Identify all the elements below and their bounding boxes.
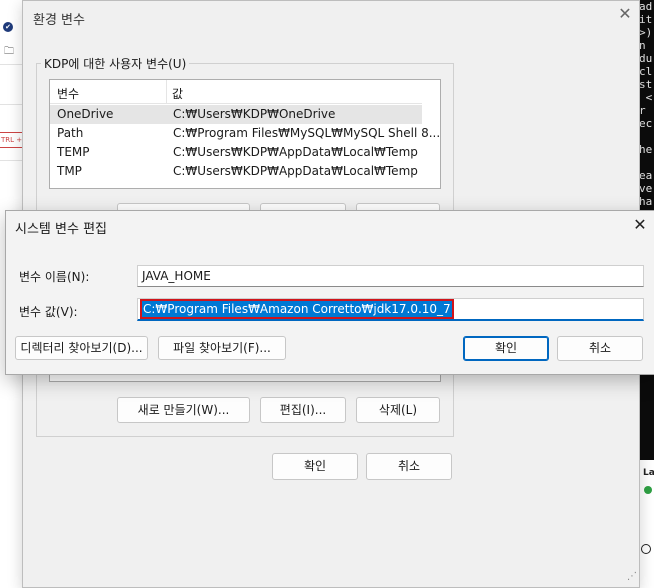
resize-grip-icon[interactable]: ⋰ <box>627 571 637 582</box>
browse-file-button[interactable]: 파일 찾아보기(F)... <box>158 336 286 360</box>
variable-value: C:₩Users₩KDP₩AppData₩Local₩Temp <box>173 145 418 159</box>
browse-directory-button[interactable]: 디렉터리 찾아보기(D)... <box>15 336 148 360</box>
terminal-line: n <box>639 39 646 52</box>
variable-value: C:₩Program Files₩MySQL₩MySQL Shell 8.... <box>173 126 441 140</box>
column-header-name[interactable]: 변수 <box>57 85 79 102</box>
terminal-line: ec <box>639 117 653 130</box>
variable-name: TMP <box>57 164 82 178</box>
system-delete-button[interactable]: 삭제(L) <box>356 397 440 423</box>
list-item[interactable]: TMP C:₩Users₩KDP₩AppData₩Local₩Temp <box>50 162 422 181</box>
variable-name: TEMP <box>57 145 90 159</box>
list-item[interactable]: OneDrive C:₩Users₩KDP₩OneDrive <box>50 105 422 124</box>
ok-button[interactable]: 확인 <box>272 453 358 480</box>
terminal-line: < <box>639 91 653 104</box>
terminal-line: he <box>639 143 653 156</box>
column-divider <box>166 80 167 103</box>
cancel-button[interactable]: 취소 <box>366 453 452 480</box>
radio-ring-icon <box>641 544 651 554</box>
edit-system-variable-dialog: 시스템 변수 편집 ✕ 변수 이름(N): JAVA_HOME 변수 값(V):… <box>5 210 654 375</box>
variable-value: C:₩Users₩KDP₩OneDrive <box>173 107 336 121</box>
system-edit-button[interactable]: 편집(I)... <box>260 397 346 423</box>
dialog-title: 시스템 변수 편집 <box>15 222 107 237</box>
variable-value-label: 변수 값(V): <box>19 305 78 319</box>
terminal-line: ea <box>639 169 653 182</box>
list-item[interactable]: TEMP C:₩Users₩KDP₩AppData₩Local₩Temp <box>50 143 422 162</box>
variable-value: C:₩Users₩KDP₩AppData₩Local₩Temp <box>173 164 418 178</box>
dialog-ok-button[interactable]: 확인 <box>463 336 549 361</box>
variable-name-label: 변수 이름(N): <box>19 270 90 284</box>
terminal-line: cl <box>639 65 653 78</box>
terminal-line: it <box>639 13 653 26</box>
variable-name: OneDrive <box>57 107 114 121</box>
close-icon[interactable]: ✕ <box>630 215 650 235</box>
variable-value-selected-text: C:₩Program Files₩Amazon Corretto₩jdk17.0… <box>140 299 454 319</box>
variable-name-value: JAVA_HOME <box>142 269 211 283</box>
system-new-button[interactable]: 새로 만들기(W)... <box>117 397 250 423</box>
dialog-cancel-button[interactable]: 취소 <box>557 336 643 361</box>
terminal-line: du <box>639 52 653 65</box>
variable-name-field[interactable]: JAVA_HOME <box>137 265 644 287</box>
list-item[interactable]: Path C:₩Program Files₩MySQL₩MySQL Shell … <box>50 124 440 143</box>
terminal-line: ad <box>639 0 653 13</box>
status-dot-icon <box>644 486 652 494</box>
variable-value-field[interactable]: C:₩Program Files₩Amazon Corretto₩jdk17.0… <box>137 298 644 321</box>
column-header-value[interactable]: 값 <box>172 85 183 102</box>
variable-name: Path <box>57 126 84 140</box>
terminal-line: ha <box>639 195 653 208</box>
list-header: 변수 값 <box>50 80 422 104</box>
terminal-line: st <box>639 78 653 91</box>
folder-icon: 🗀 <box>4 46 14 57</box>
terminal-line: >) <box>639 26 653 39</box>
check-circle-icon: ✔ <box>3 22 13 32</box>
terminal-line: r <box>639 104 646 117</box>
ctrl-shortcut-chip: TRL + <box>0 132 24 148</box>
user-variables-list[interactable]: 변수 값 OneDrive C:₩Users₩KDP₩OneDrive Path… <box>49 79 441 189</box>
close-icon[interactable]: ✕ <box>615 4 635 24</box>
terminal-line: ve <box>639 182 653 195</box>
user-variables-group-label: KDP에 대한 사용자 변수(U) <box>41 55 190 72</box>
window-title: 환경 변수 <box>33 13 85 28</box>
panel-label: La <box>643 468 654 478</box>
